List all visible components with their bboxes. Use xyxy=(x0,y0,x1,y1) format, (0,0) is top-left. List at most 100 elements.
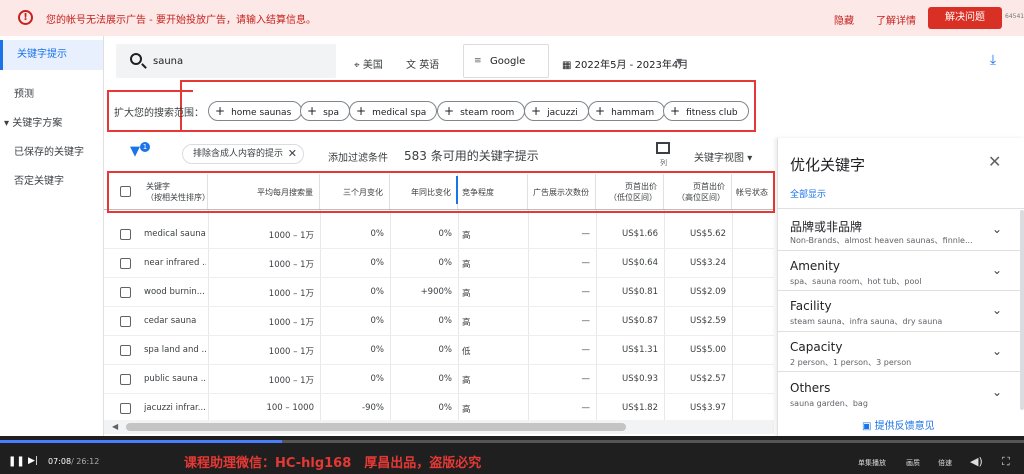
download-icon[interactable]: ⤓ xyxy=(985,52,1001,68)
cell-three: -90% xyxy=(362,403,384,413)
row-checkbox[interactable] xyxy=(120,316,131,327)
volume-icon[interactable]: ◀) xyxy=(970,455,983,468)
columns-icon[interactable] xyxy=(656,142,670,154)
divider xyxy=(778,208,1024,209)
chevron-down-icon[interactable]: ⌄ xyxy=(992,303,1002,317)
location-pin-icon: ⌖ xyxy=(354,60,360,71)
chevron-down-icon[interactable]: ⌄ xyxy=(992,385,1002,399)
column-resize-handle[interactable] xyxy=(456,176,458,204)
cell-high: US$2.59 xyxy=(690,316,726,326)
table-row[interactable]: spa land and ... 1000 – 1万 0% 0% 低 — US$1.31 US… xyxy=(104,336,774,365)
cell-share: — xyxy=(581,374,591,384)
cell-avg: 1000 – 1万 xyxy=(268,260,314,270)
cell-keyword: cedar sauna xyxy=(144,316,197,326)
chip-label: hammam xyxy=(611,108,655,118)
table-row[interactable]: cedar sauna 1000 – 1万 0% 0% 高 — US$0.87 US$2.59 xyxy=(104,307,774,336)
fix-issue-button[interactable]: 解决问题 xyxy=(928,7,1002,29)
language-filter[interactable]: 文 英语 xyxy=(406,56,439,71)
table-row[interactable]: wood burnin... 1000 – 1万 0% +900% 高 — US$0.81 U… xyxy=(104,278,774,307)
plus-icon: + xyxy=(215,104,226,118)
refine-item-title: Others xyxy=(790,381,831,395)
nav-item-negative-keywords[interactable]: 否定关键字 xyxy=(14,172,64,187)
chevron-down-icon[interactable]: ⌄ xyxy=(992,344,1002,358)
row-checkbox[interactable] xyxy=(120,287,131,298)
cell-keyword: wood burnin... xyxy=(144,287,205,297)
table-row[interactable]: public sauna ... 1000 – 1万 0% 0% 高 — US$0.93 US… xyxy=(104,365,774,394)
plus-icon: + xyxy=(595,104,606,118)
location-filter[interactable]: ⌖ 美国 xyxy=(354,56,383,71)
language-value: 英语 xyxy=(419,60,440,71)
feedback-link[interactable]: ▣ 提供反馈意见 xyxy=(862,417,935,432)
current-time: 07:08 xyxy=(48,457,72,466)
pause-icon[interactable]: ❚❚ xyxy=(8,456,25,467)
row-checkbox[interactable] xyxy=(120,258,131,269)
hide-link[interactable]: 隐藏 xyxy=(834,12,854,27)
cell-comp: 高 xyxy=(462,231,471,241)
horizontal-scrollbar[interactable]: ◀ xyxy=(104,420,774,434)
cell-share: — xyxy=(581,229,591,239)
cell-share: — xyxy=(581,287,591,297)
cell-keyword: jacuzzi infrar... xyxy=(144,403,206,413)
keyword-view-dropdown[interactable]: 关键字视图 ▾ xyxy=(694,149,752,164)
panel-scrollbar[interactable] xyxy=(1020,210,1024,410)
date-range-filter[interactable]: ▦ 2022年5月 - 2023年4月 xyxy=(562,56,688,71)
close-icon[interactable]: ✕ xyxy=(988,152,1001,171)
exclude-adult-chip[interactable]: 排除含成人内容的提示 ✕ xyxy=(182,144,305,164)
nav-item-saved-keywords[interactable]: 已保存的关键字 xyxy=(14,143,84,158)
speed-button[interactable]: 倍速 xyxy=(938,458,952,468)
show-all-link[interactable]: 全部显示 xyxy=(790,187,826,200)
fullscreen-icon[interactable]: ⛶ xyxy=(1002,455,1010,469)
cell-avg: 1000 – 1万 xyxy=(268,347,314,357)
row-checkbox[interactable] xyxy=(120,345,131,356)
chip-label: spa xyxy=(323,108,339,118)
table-row[interactable]: medical sauna 1000 – 1万 0% 0% 高 — US$1.66 US$5.… xyxy=(104,220,774,249)
cell-low: US$0.93 xyxy=(622,374,658,384)
broaden-chip[interactable]: + jacuzzi xyxy=(524,101,589,121)
broaden-label: 扩大您的搜索范围： xyxy=(114,108,204,119)
nav-item-forecast[interactable]: 预测 xyxy=(14,85,34,100)
broaden-chip[interactable]: + steam room xyxy=(437,101,526,121)
broaden-chip[interactable]: + spa xyxy=(300,101,350,121)
plus-icon: + xyxy=(307,104,318,118)
add-filter-button[interactable]: 添加过滤条件 xyxy=(328,149,388,164)
row-checkbox[interactable] xyxy=(120,229,131,240)
table-row[interactable]: near infrared ... 1000 – 1万 0% 0% 高 — US$0.64 U… xyxy=(104,249,774,278)
refine-item-sub: Non-Brands、almost heaven saunas、finnle..… xyxy=(790,236,973,245)
broaden-chip[interactable]: + medical spa xyxy=(349,101,438,121)
view-label: 关键字视图 xyxy=(694,153,744,164)
broaden-chip[interactable]: + fitness club xyxy=(663,101,749,121)
cell-comp: 高 xyxy=(462,318,471,328)
table-row[interactable]: jacuzzi infrar... 100 – 1000 -90% 0% 高 — US$1.… xyxy=(104,394,774,423)
single-play-button[interactable]: 单集播放 xyxy=(858,458,886,468)
row-checkbox[interactable] xyxy=(120,374,131,385)
next-icon[interactable]: ▶| xyxy=(28,456,38,466)
row-checkbox[interactable] xyxy=(120,403,131,414)
cell-yoy: 0% xyxy=(438,229,453,239)
nav-item-keyword-plans[interactable]: ▾ 关键字方案 xyxy=(4,114,62,129)
refine-item-sub: 2 person、1 person、3 person xyxy=(790,358,912,367)
refine-item-sub: steam sauna、infra sauna、dry sauna xyxy=(790,317,943,326)
cell-low: US$0.87 xyxy=(622,316,658,326)
chip-label: jacuzzi xyxy=(547,108,578,118)
search-icon xyxy=(130,53,142,65)
nav-item-keyword-ideas[interactable]: 关键字提示 xyxy=(0,40,103,70)
search-input[interactable]: sauna xyxy=(116,44,336,78)
chevron-down-icon[interactable]: ▼ xyxy=(676,57,682,66)
broaden-chip[interactable]: + hammam xyxy=(588,101,666,121)
chevron-left-icon[interactable]: ◀ xyxy=(112,422,118,431)
close-icon[interactable]: ✕ xyxy=(288,145,297,163)
refine-item-title: Facility xyxy=(790,299,832,313)
chevron-down-icon[interactable]: ⌄ xyxy=(992,222,1002,236)
scrollbar-thumb[interactable] xyxy=(126,423,626,431)
chevron-down-icon[interactable]: ⌄ xyxy=(992,263,1002,277)
watermark-text: 课程助理微信：HC-hlg168 厚昌出品，盗版必究 xyxy=(184,456,482,471)
network-filter[interactable]: ≡ Google xyxy=(463,44,549,78)
quality-button[interactable]: 画质 xyxy=(906,458,920,468)
plus-icon: + xyxy=(444,104,455,118)
left-nav: 关键字提示 预测 ▾ 关键字方案 已保存的关键字 否定关键字 xyxy=(0,36,104,436)
learn-more-link[interactable]: 了解详情 xyxy=(876,12,916,27)
location-value: 美国 xyxy=(362,60,383,71)
chip-label: medical spa xyxy=(372,108,427,118)
broaden-chip[interactable]: + home saunas xyxy=(208,101,303,121)
cell-three: 0% xyxy=(370,316,385,326)
